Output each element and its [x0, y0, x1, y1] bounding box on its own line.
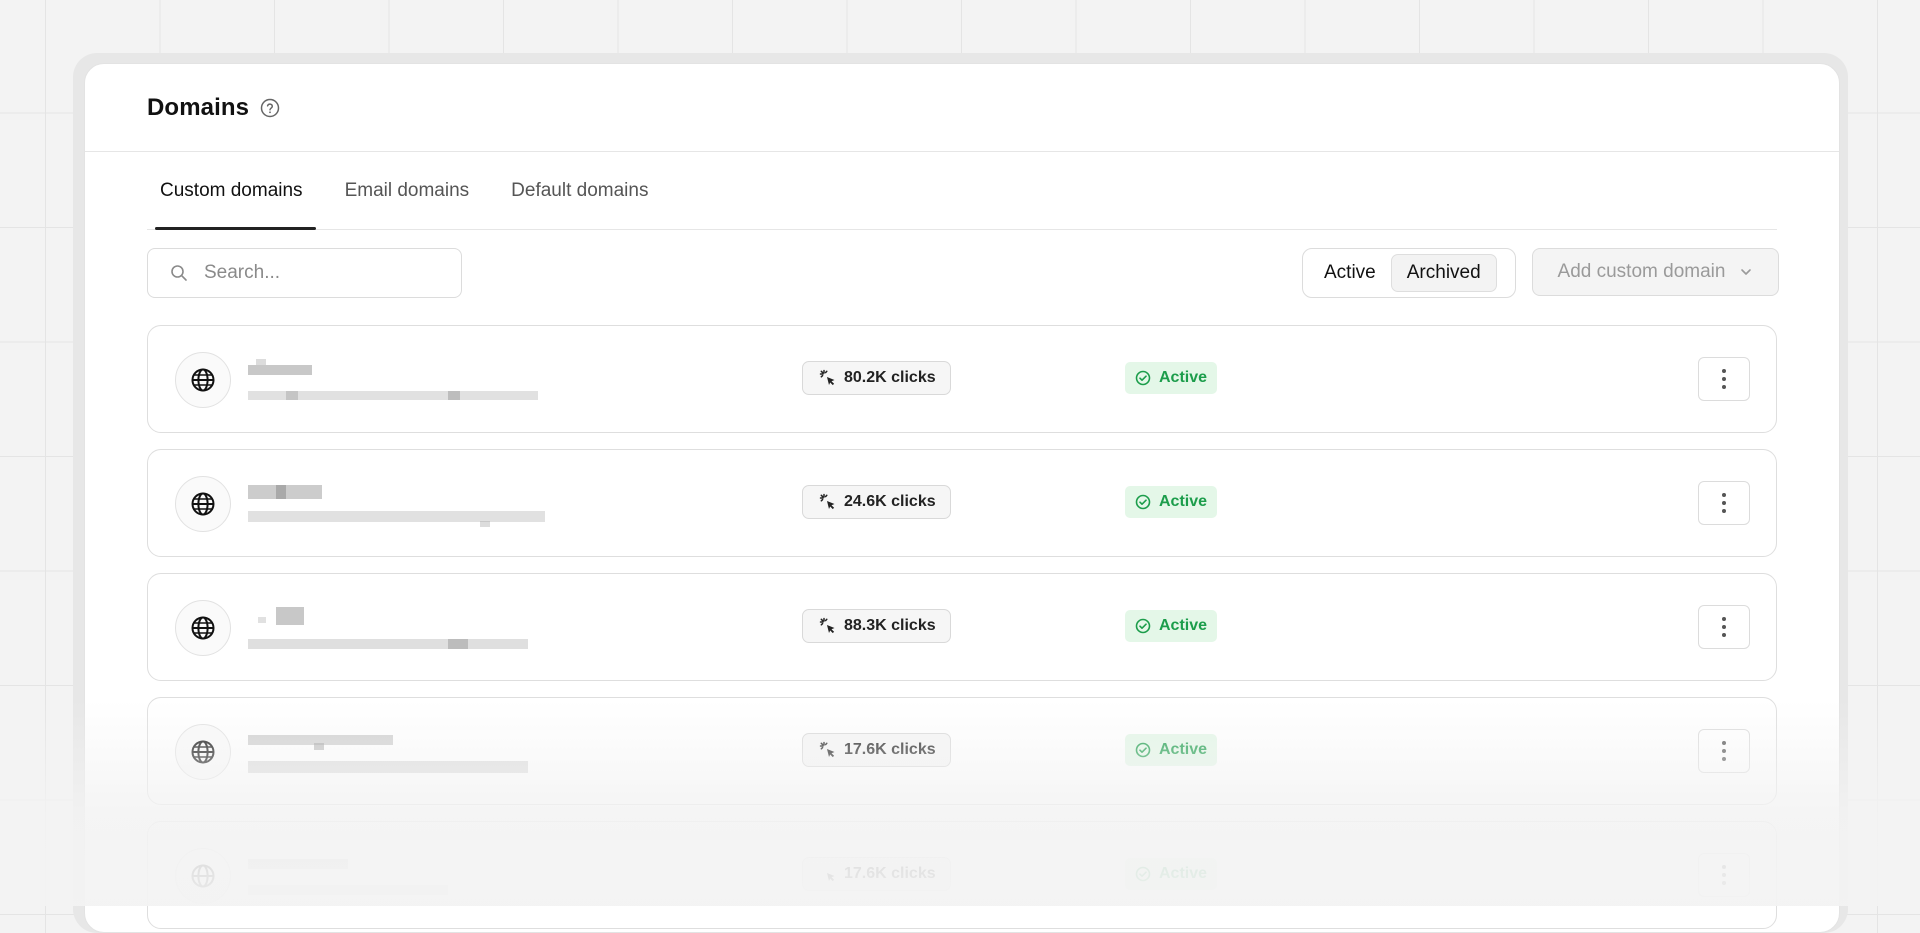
add-custom-domain-label: Add custom domain [1557, 261, 1726, 282]
globe-icon [175, 600, 231, 656]
search-box [147, 248, 462, 298]
more-vertical-icon [1721, 616, 1727, 638]
check-circle-icon [1135, 742, 1151, 758]
help-icon[interactable] [260, 98, 280, 118]
domain-row[interactable]: 17.6K clicks Active [147, 697, 1777, 805]
redacted-domain-name [248, 483, 578, 527]
status-label: Active [1159, 617, 1208, 634]
tab-custom-domains[interactable]: Custom domains [147, 152, 316, 230]
cursor-click-icon [819, 369, 837, 387]
filter-active-button[interactable]: Active [1309, 255, 1391, 291]
check-circle-icon [1135, 494, 1151, 510]
status-filter: Active Archived [1302, 248, 1516, 298]
domain-row[interactable]: 24.6K clicks Active [147, 449, 1777, 557]
tab-email-domains[interactable]: Email domains [332, 152, 483, 229]
chevron-down-icon [1739, 265, 1753, 279]
clicks-count: 80.2K clicks [844, 369, 936, 386]
clicks-count: 24.6K clicks [844, 493, 936, 510]
more-vertical-icon [1721, 740, 1727, 762]
redacted-domain-name [248, 359, 578, 400]
cursor-click-icon [819, 493, 837, 511]
domain-row[interactable]: 80.2K clicks Active [147, 325, 1777, 433]
check-circle-icon [1135, 866, 1151, 882]
status-badge: Active [1125, 486, 1218, 518]
more-options-button[interactable] [1698, 481, 1750, 525]
status-label: Active [1159, 493, 1208, 510]
cursor-click-icon [819, 617, 837, 635]
status-label: Active [1159, 865, 1208, 882]
clicks-badge: 88.3K clicks [802, 609, 951, 643]
status-badge: Active [1125, 858, 1218, 890]
page-title: Domains [147, 93, 250, 121]
toolbar: Active Archived Add custom domain [147, 248, 1779, 298]
domain-list: 80.2K clicks Active 24.6K clicks Active … [147, 325, 1777, 932]
more-options-button[interactable] [1698, 853, 1750, 897]
more-options-button[interactable] [1698, 357, 1750, 401]
cursor-click-icon [819, 865, 837, 883]
check-circle-icon [1135, 370, 1151, 386]
add-custom-domain-button[interactable]: Add custom domain [1532, 248, 1779, 296]
more-options-button[interactable] [1698, 605, 1750, 649]
redacted-domain-name [248, 855, 578, 895]
clicks-badge: 24.6K clicks [802, 485, 951, 519]
clicks-badge: 17.6K clicks [802, 857, 951, 891]
domains-panel: Domains Custom domains Email domains Def… [84, 63, 1840, 933]
domain-row[interactable]: 17.6K clicks Active [147, 821, 1777, 929]
more-vertical-icon [1721, 864, 1727, 886]
search-input[interactable] [202, 261, 446, 285]
filter-archived-button[interactable]: Archived [1390, 254, 1497, 292]
more-vertical-icon [1721, 368, 1727, 390]
status-label: Active [1159, 369, 1208, 386]
clicks-badge: 80.2K clicks [802, 361, 951, 395]
status-badge: Active [1125, 610, 1218, 642]
redacted-domain-name [248, 731, 578, 773]
cursor-click-icon [819, 741, 837, 759]
search-icon [170, 264, 188, 282]
globe-icon [175, 352, 231, 408]
panel-header: Domains [85, 64, 1839, 152]
globe-icon [175, 724, 231, 780]
more-vertical-icon [1721, 492, 1727, 514]
tab-default-domains[interactable]: Default domains [498, 152, 661, 229]
status-label: Active [1159, 741, 1208, 758]
domain-row[interactable]: 88.3K clicks Active [147, 573, 1777, 681]
domain-tabs: Custom domains Email domains Default dom… [147, 152, 1777, 230]
clicks-count: 17.6K clicks [844, 865, 936, 882]
clicks-badge: 17.6K clicks [802, 733, 951, 767]
globe-icon [175, 476, 231, 532]
clicks-count: 88.3K clicks [844, 617, 936, 634]
redacted-domain-name [248, 607, 578, 649]
more-options-button[interactable] [1698, 729, 1750, 773]
clicks-count: 17.6K clicks [844, 741, 936, 758]
status-badge: Active [1125, 362, 1218, 394]
check-circle-icon [1135, 618, 1151, 634]
globe-icon [175, 848, 231, 904]
status-badge: Active [1125, 734, 1218, 766]
